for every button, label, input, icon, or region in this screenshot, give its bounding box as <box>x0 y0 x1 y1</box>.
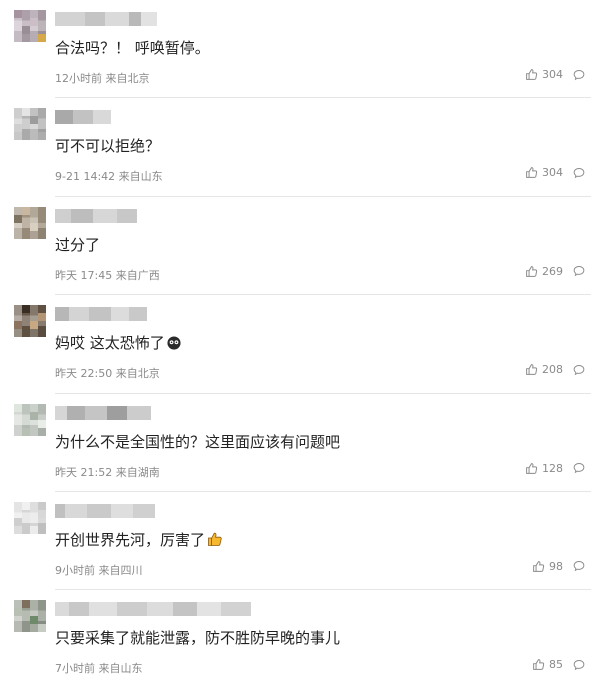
thumb-up-outline-icon <box>533 561 545 572</box>
thumb-up-outline-icon <box>526 462 538 474</box>
like-button[interactable]: 304 <box>525 166 563 179</box>
comment-bubble-icon[interactable] <box>573 659 585 671</box>
comment-text: 为什么不是全国性的？这里面应该有问题吧 <box>55 432 341 451</box>
like-button[interactable]: 208 <box>525 363 563 376</box>
comment-text: 合法吗？！ 呼唤暂停。 <box>55 39 210 57</box>
username[interactable] <box>55 110 111 125</box>
like-count: 304 <box>542 166 563 180</box>
comment-item: 过分了 昨天 17:45 来自广西 269 <box>0 197 605 296</box>
avatar[interactable] <box>14 206 46 239</box>
comment-item: 妈哎 这太恐怖了 昨天 22:50 来自北京 208 <box>0 295 605 394</box>
comment-text: 过分了 <box>55 235 101 254</box>
comment-text-content: 妈哎 这太恐怖了 <box>55 334 165 353</box>
username[interactable] <box>55 307 147 322</box>
comment-meta: 7小时前 来自山东 <box>55 662 143 676</box>
avatar[interactable] <box>14 600 46 633</box>
comment-bubble-icon[interactable] <box>573 364 585 376</box>
username[interactable] <box>55 12 157 26</box>
like-count: 128 <box>542 461 563 475</box>
comment-list: 合法吗？！ 呼唤暂停。 12小时前 来自北京 304 可不可以拒绝？ 9-21 … <box>0 0 605 689</box>
comment-meta: 昨天 21:52 来自湖南 <box>55 465 160 479</box>
comment-item: 开创世界先河，厉害了 9小时前 来自四川 98 <box>0 492 605 591</box>
comment-actions: 208 <box>525 363 585 376</box>
comment-meta: 9-21 14:42 来自山东 <box>55 170 163 184</box>
username[interactable] <box>55 602 251 617</box>
comment-item: 为什么不是全国性的？这里面应该有问题吧 昨天 21:52 来自湖南 128 <box>0 394 605 493</box>
comment-item: 只要采集了就能泄露，防不胜防早晚的事儿 7小时前 来自山东 85 <box>0 590 605 688</box>
comment-item: 可不可以拒绝？ 9-21 14:42 来自山东 304 <box>0 98 605 198</box>
like-count: 98 <box>549 559 563 573</box>
comment-actions: 304 <box>525 166 585 179</box>
comment-bubble-icon[interactable] <box>573 69 585 81</box>
comment-meta: 12小时前 来自北京 <box>55 72 150 85</box>
comment-bubble-icon[interactable] <box>573 265 585 277</box>
comment-text: 妈哎 这太恐怖了 <box>55 332 181 353</box>
comment-actions: 304 <box>525 68 585 81</box>
comment-item: 合法吗？！ 呼唤暂停。 12小时前 来自北京 304 <box>0 0 605 99</box>
thumb-up-outline-icon <box>526 69 538 80</box>
username[interactable] <box>55 405 151 420</box>
thumb-up-outline-icon <box>526 364 538 376</box>
comment-meta: 昨天 22:50 来自北京 <box>55 367 160 381</box>
thumb-up-outline-icon <box>526 265 538 277</box>
avatar[interactable] <box>14 403 46 436</box>
comment-actions: 269 <box>525 265 585 278</box>
avatar[interactable] <box>14 108 46 141</box>
avatar[interactable] <box>14 10 46 42</box>
comment-text: 开创世界先河，厉害了 <box>55 529 223 550</box>
like-button[interactable]: 98 <box>532 560 563 573</box>
like-button[interactable]: 85 <box>532 658 563 671</box>
thumb-up-outline-icon <box>526 167 538 179</box>
avatar[interactable] <box>14 501 46 534</box>
comment-bubble-icon[interactable] <box>573 167 585 179</box>
like-count: 208 <box>542 363 563 377</box>
like-count: 85 <box>549 658 563 672</box>
comment-actions: 85 <box>532 658 585 671</box>
comment-actions: 98 <box>532 560 585 573</box>
comment-text-content: 开创世界先河，厉害了 <box>55 530 206 549</box>
comment-text: 可不可以拒绝？ <box>55 137 161 156</box>
shocked-face-icon <box>167 336 181 350</box>
like-button[interactable]: 304 <box>525 68 563 81</box>
like-count: 269 <box>542 264 563 278</box>
thumbs-up-emoji-icon <box>208 532 222 546</box>
comment-actions: 128 <box>525 462 585 475</box>
thumb-up-outline-icon <box>533 659 545 671</box>
like-count: 304 <box>542 68 563 81</box>
comment-meta: 昨天 17:45 来自广西 <box>55 268 160 282</box>
like-button[interactable]: 269 <box>525 265 563 278</box>
comment-bubble-icon[interactable] <box>573 560 585 572</box>
avatar[interactable] <box>14 305 46 338</box>
comment-meta: 9小时前 来自四川 <box>55 563 143 577</box>
comment-text: 只要采集了就能泄露，防不胜防早晚的事儿 <box>55 629 341 648</box>
username[interactable] <box>55 503 155 518</box>
username[interactable] <box>55 208 137 223</box>
comment-bubble-icon[interactable] <box>573 462 585 474</box>
like-button[interactable]: 128 <box>525 462 563 475</box>
